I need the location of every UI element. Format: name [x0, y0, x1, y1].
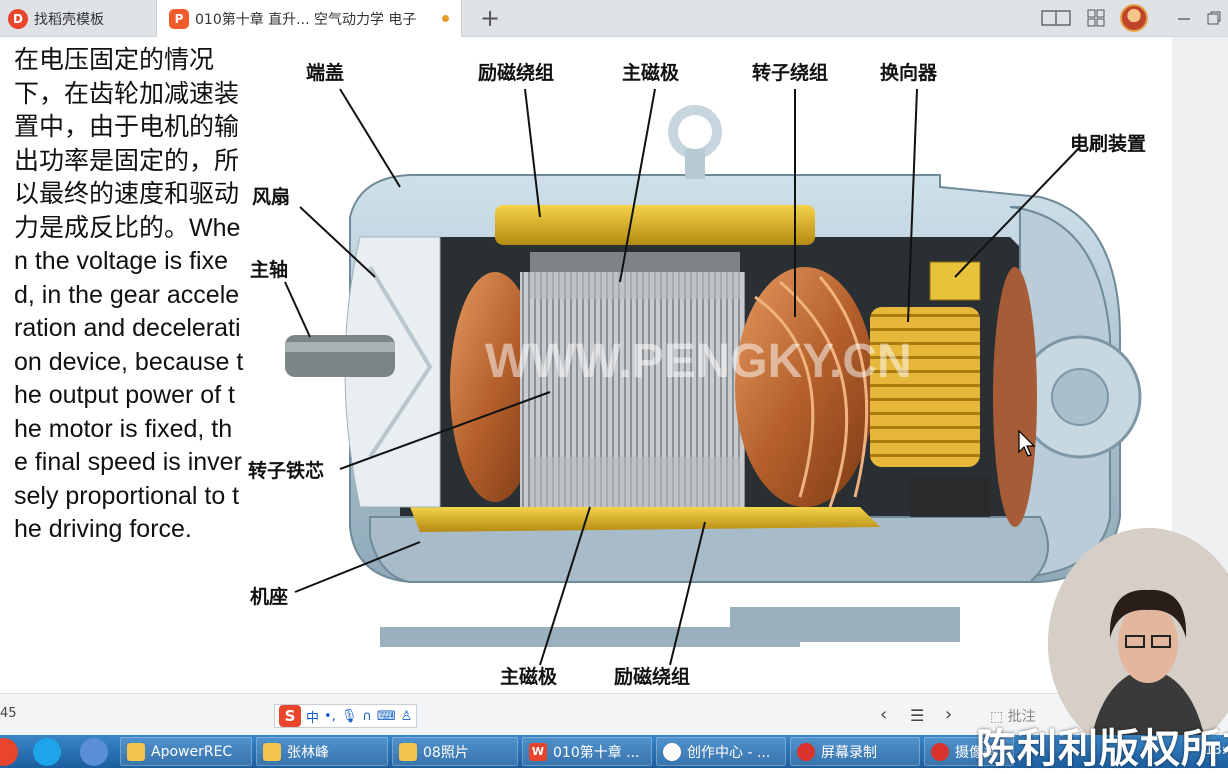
docer-icon: D [8, 8, 28, 29]
sogou-icon: S [279, 705, 301, 727]
label-rotor-core: 转子铁芯 [248, 460, 325, 482]
tab-label: 010第十章 直升... 空气动力学 电子 [195, 11, 417, 28]
diagram-watermark: WWW.PENGKY.CN [485, 335, 912, 388]
folder-icon [127, 742, 145, 761]
taskbar-item-label: 010第十章 ... [553, 744, 640, 761]
minimize-icon[interactable] [1172, 6, 1196, 30]
folder-icon [263, 742, 281, 761]
taskbar-item-label: 08照片 [423, 744, 469, 761]
headset-icon[interactable]: ∩ [362, 709, 372, 724]
restore-icon[interactable] [1202, 6, 1226, 30]
grid-view-icon[interactable] [1084, 6, 1108, 30]
tab-bar: D 找稻壳模板 P 010第十章 直升... 空气动力学 电子 + [0, 0, 1228, 37]
taskbar-item-wps[interactable]: W 010第十章 ... [522, 737, 652, 766]
slide-body-text: 在电压固定的情况下，在齿轮加减速装置中，由于电机的输出功率是固定的，所以最终的速… [14, 46, 244, 543]
app-pin-icon[interactable] [80, 738, 108, 766]
new-tab-button[interactable]: + [478, 4, 502, 32]
tab-docer-templates[interactable]: D 找稻壳模板 [0, 0, 156, 37]
microphone-icon[interactable]: 🎙 [341, 709, 358, 724]
taskbar-item-creator-center[interactable]: 创作中心 - ... [656, 737, 786, 766]
user-icon[interactable]: ♙ [401, 709, 413, 724]
taskbar-item-photos[interactable]: 08照片 [392, 737, 518, 766]
main-pole-top [530, 252, 740, 299]
slide-list-icon[interactable]: ☰ [910, 706, 924, 725]
unsaved-dot-icon [442, 15, 449, 22]
shaft [285, 335, 395, 377]
taskbar-item-apowerrec[interactable]: ApowerREC [120, 737, 252, 766]
edge-browser-icon[interactable] [33, 738, 61, 766]
next-slide-icon[interactable]: › [945, 704, 952, 725]
motor-foot-right [730, 607, 960, 642]
taskbar-item-label: 屏幕录制 [821, 744, 877, 761]
label-main-pole-top: 主磁极 [622, 62, 680, 84]
wps-icon: W [529, 742, 547, 761]
label-brush: 电刷装置 [1070, 133, 1147, 155]
folder-icon [399, 742, 417, 761]
page-number: 45 [0, 706, 17, 721]
copyright-watermark: 陈利利版权所有 [976, 726, 1228, 772]
taskbar-item-label: 创作中心 - ... [687, 744, 771, 761]
ime-toolbar[interactable]: S 中 •, 🎙 ∩ ⌨ ♙ [274, 704, 418, 728]
dc-motor-diagram: WWW.PENGKY.CN [240, 37, 1170, 697]
record-icon [797, 742, 815, 761]
label-main-pole-bottom: 主磁极 [500, 666, 558, 688]
keyboard-icon[interactable]: ⌨ [377, 709, 396, 724]
taskbar-item-zhanglinfeng[interactable]: 张林峰 [256, 737, 388, 766]
field-winding-top [495, 205, 815, 245]
label-shaft: 主轴 [250, 259, 289, 281]
taskbar-item-screen-record[interactable]: 屏幕录制 [790, 737, 920, 766]
label-frame: 机座 [250, 586, 289, 608]
commutator-end-plate [993, 267, 1037, 527]
tab-presentation[interactable]: P 010第十章 直升... 空气动力学 电子 [156, 0, 462, 37]
mouse-cursor-icon [1018, 430, 1036, 457]
main-pole-bottom [530, 457, 740, 507]
brush-assembly [929, 261, 981, 301]
record-icon [931, 742, 949, 761]
label-field-winding-top: 励磁绕组 [478, 62, 555, 84]
taskbar-item-label: ApowerREC [151, 743, 233, 760]
label-commutator: 换向器 [880, 62, 938, 84]
wps-presentation-icon: P [169, 8, 189, 29]
label-end-cover: 端盖 [306, 62, 345, 84]
ime-mode-label[interactable]: 中 [306, 707, 319, 726]
prev-slide-icon[interactable]: ‹ [880, 704, 887, 725]
start-icon[interactable] [0, 738, 18, 766]
label-field-winding-bottom: 励磁绕组 [614, 666, 691, 688]
punctuation-icon[interactable]: •, [324, 709, 336, 724]
label-rotor-winding: 转子绕组 [752, 62, 829, 84]
brush-holder-bottom [910, 477, 990, 517]
read-mode-icon[interactable] [1040, 6, 1072, 30]
taskbar-item-label: 张林峰 [287, 744, 329, 761]
user-avatar[interactable] [1120, 4, 1148, 32]
lifting-eye [668, 105, 722, 159]
browser-icon [663, 742, 681, 761]
label-fan: 风扇 [252, 186, 291, 208]
tab-label: 找稻壳模板 [34, 11, 104, 28]
